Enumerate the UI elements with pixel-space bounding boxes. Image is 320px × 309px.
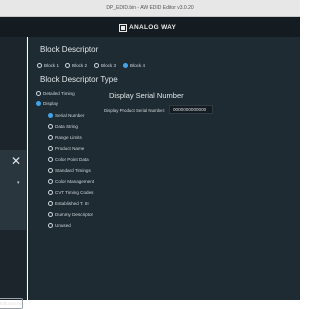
radio-label: Display: [43, 101, 59, 106]
radio-serial-number[interactable]: Serial Number: [48, 113, 84, 118]
serial-number-input[interactable]: [169, 105, 213, 114]
logo-text: ANALOG WAY: [129, 24, 177, 31]
radio-label: Block 2: [72, 63, 88, 68]
close-icon[interactable]: ✕: [11, 155, 21, 167]
radio-label: Block 4: [130, 63, 146, 68]
main-panel: Block Descriptor Block 1 Block 2 Block 3…: [28, 37, 300, 300]
app-header: ANALOG WAY: [0, 17, 300, 37]
radio-selected-icon: [36, 101, 41, 106]
radio-established-timings-iii[interactable]: Established T. III: [48, 201, 89, 206]
radio-block-4[interactable]: Block 4: [123, 63, 145, 68]
radio-icon: [48, 168, 53, 173]
radio-icon: [48, 201, 53, 206]
radio-icon: [48, 124, 53, 129]
radio-dummy-descriptor[interactable]: Dummy Descriptor: [48, 212, 93, 217]
brand-logo: ANALOG WAY: [119, 23, 176, 32]
radio-icon: [48, 179, 53, 184]
radio-icon: [65, 63, 70, 68]
radio-color-management[interactable]: Color Management: [48, 179, 94, 184]
radio-icon: [48, 157, 53, 162]
block-descriptor-type-heading: Block Descriptor Type: [40, 75, 118, 84]
radio-block-3[interactable]: Block 3: [94, 63, 116, 68]
radio-label: Color Point Data: [55, 157, 89, 162]
radio-data-string[interactable]: Data String: [48, 124, 78, 129]
radio-label: Serial Number: [55, 113, 85, 118]
radio-range-limits[interactable]: Range Limits: [48, 135, 82, 140]
radio-label: Standard Timings: [55, 168, 91, 173]
radio-standard-timings[interactable]: Standard Timings: [48, 168, 91, 173]
sidebar: ✕ ▾ Edit Extension: [0, 37, 27, 309]
radio-icon: [48, 212, 53, 217]
radio-icon: [48, 135, 53, 140]
serial-number-heading: Display Serial Number: [109, 91, 184, 100]
radio-cvt-timing-codes[interactable]: CVT Timing Codes: [48, 190, 93, 195]
radio-label: Unused: [55, 223, 71, 228]
radio-label: Block 1: [44, 63, 60, 68]
radio-label: Color Management: [55, 179, 95, 184]
radio-icon: [48, 190, 53, 195]
radio-selected-icon: [48, 113, 53, 118]
radio-icon: [36, 91, 41, 96]
radio-label: Block 3: [101, 63, 117, 68]
radio-icon: [48, 223, 53, 228]
radio-label: CVT Timing Codes: [55, 190, 94, 195]
radio-icon: [37, 63, 42, 68]
radio-label: Detailed Timing: [43, 91, 75, 96]
window-titlebar: DP_EDID.bin - AW EDID Editor v3.0.20: [0, 0, 300, 17]
radio-block-2[interactable]: Block 2: [65, 63, 87, 68]
radio-label: Range Limits: [55, 135, 82, 140]
chevron-down-icon[interactable]: ▾: [17, 180, 20, 186]
radio-label: Product Name: [55, 146, 85, 151]
radio-block-1[interactable]: Block 1: [37, 63, 59, 68]
radio-product-name[interactable]: Product Name: [48, 146, 84, 151]
window-title: DP_EDID.bin - AW EDID Editor v3.0.20: [106, 5, 194, 11]
radio-icon: [94, 63, 99, 68]
radio-detailed-timing[interactable]: Detailed Timing: [36, 91, 75, 96]
block-descriptor-heading: Block Descriptor: [40, 45, 99, 54]
radio-label: Data String: [55, 124, 78, 129]
radio-unused[interactable]: Unused: [48, 223, 71, 228]
radio-label: Established T. III: [55, 201, 89, 206]
serial-number-label: Display Product Serial Number:: [104, 108, 166, 113]
radio-selected-icon: [123, 63, 128, 68]
logo-icon: [119, 23, 127, 32]
radio-icon: [48, 146, 53, 151]
radio-label: Dummy Descriptor: [55, 212, 94, 217]
radio-color-point-data[interactable]: Color Point Data: [48, 157, 89, 162]
radio-display[interactable]: Display: [36, 101, 58, 106]
